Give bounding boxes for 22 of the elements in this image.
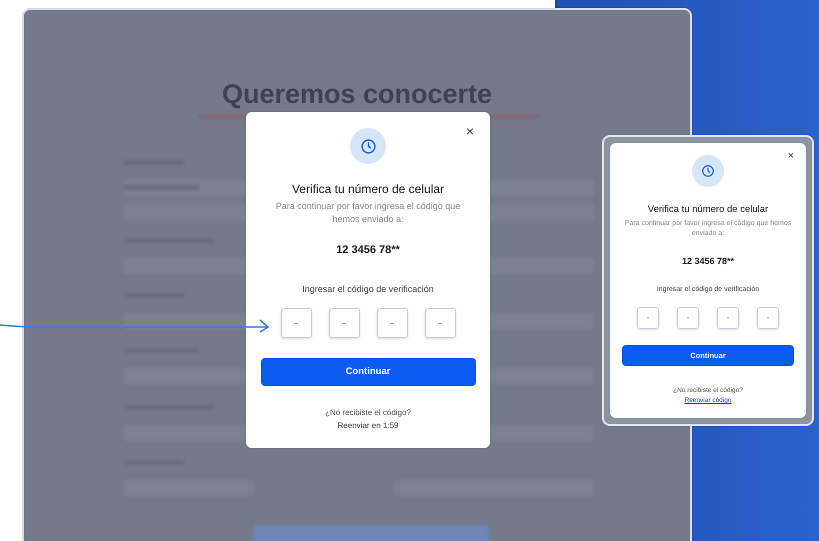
dialog-title: Verifica tu número de celular bbox=[292, 181, 444, 198]
code-input[interactable]: - bbox=[717, 307, 739, 330]
page-title: Queremos conocerte bbox=[222, 78, 492, 111]
code-input[interactable]: - bbox=[757, 307, 779, 330]
clock-icon bbox=[360, 138, 376, 154]
code-input[interactable]: - bbox=[424, 308, 456, 338]
continue-button[interactable]: Continuar bbox=[260, 358, 476, 386]
code-input[interactable]: - bbox=[637, 307, 659, 330]
resend-timer: Reenviar en 1:59 bbox=[338, 420, 398, 432]
dialog-description: Para continuar por favor ingresa el código que hemos enviado a: bbox=[274, 200, 462, 226]
code-label: Ingresar el código de verificación bbox=[302, 282, 434, 296]
phone-number: 12 3456 78** bbox=[336, 243, 400, 258]
phone-number: 12 3456 78** bbox=[682, 255, 734, 268]
resend-question: ¿No recibiste el código? bbox=[325, 407, 411, 419]
close-button[interactable]: × bbox=[466, 124, 474, 138]
dialog-title: Verifica tu número de celular bbox=[648, 203, 768, 217]
code-input[interactable]: - bbox=[376, 308, 408, 338]
code-input[interactable]: - bbox=[677, 307, 699, 330]
clock-icon bbox=[701, 164, 715, 178]
close-button[interactable]: × bbox=[788, 151, 794, 162]
code-input[interactable]: - bbox=[280, 308, 312, 338]
code-input[interactable]: - bbox=[328, 308, 360, 338]
